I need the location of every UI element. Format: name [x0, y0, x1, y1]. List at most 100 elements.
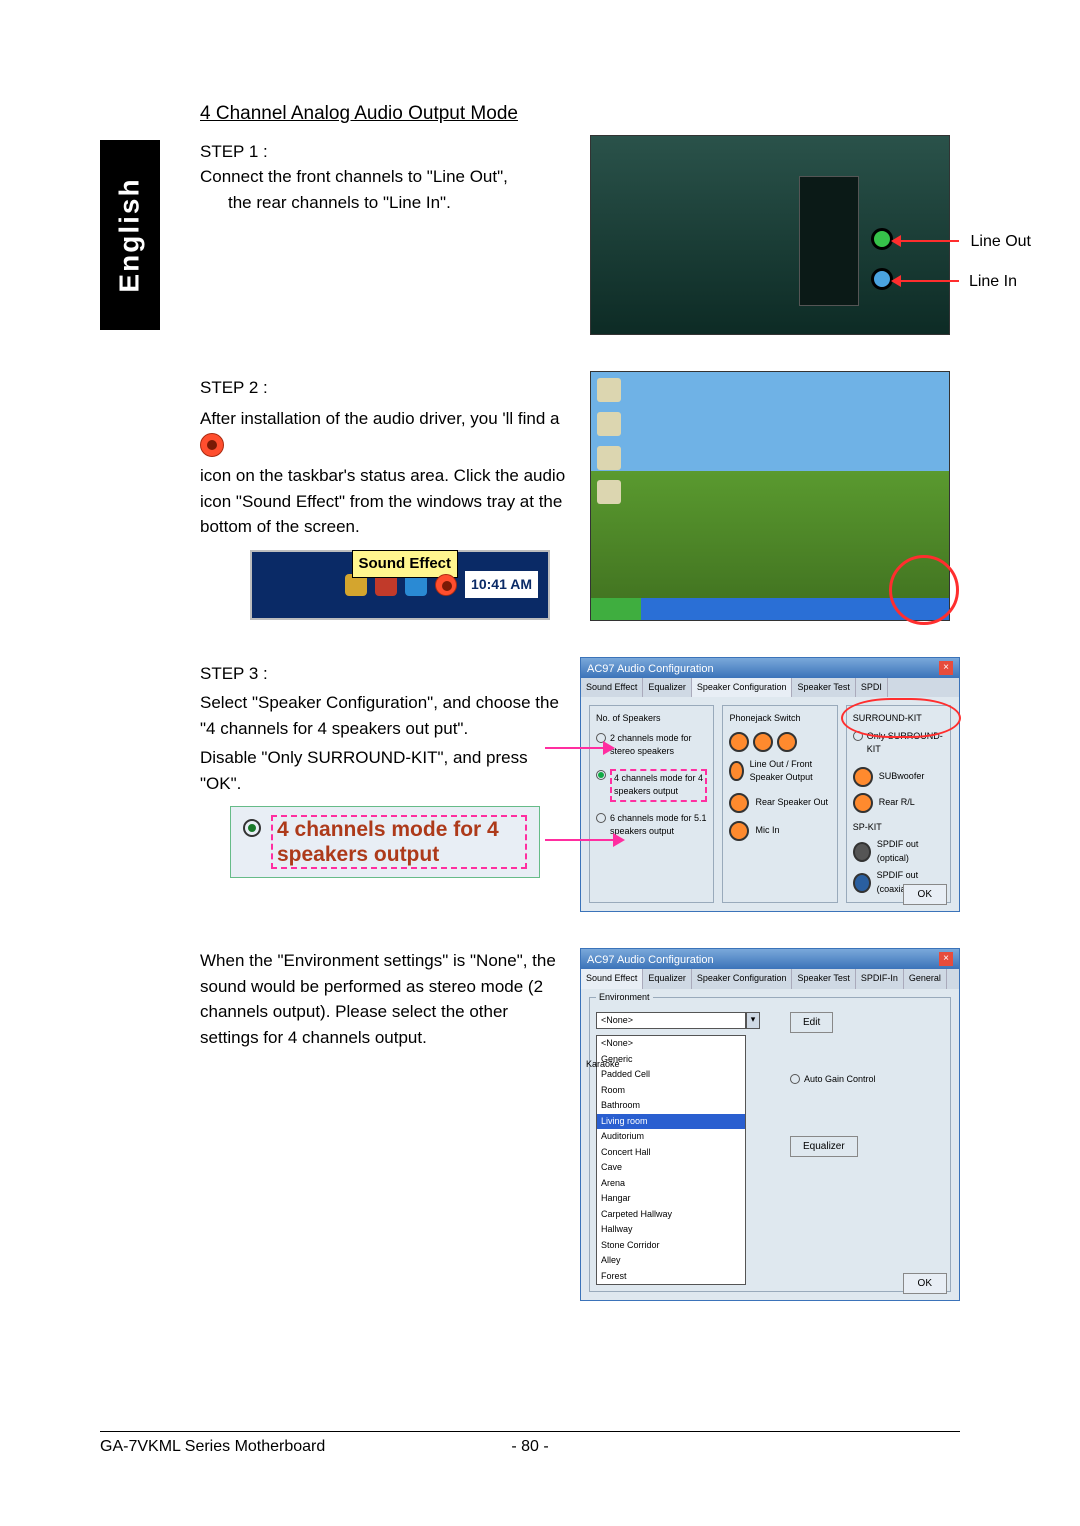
- label-line-out: Line Out / Front Speaker Output: [750, 758, 831, 785]
- tab-bar: Sound Effect Equalizer Speaker Configura…: [581, 678, 959, 698]
- window-title: AC97 Audio Configuration: [587, 661, 714, 675]
- list-item[interactable]: Forest: [597, 1269, 745, 1285]
- tab-equalizer[interactable]: Equalizer: [643, 678, 692, 698]
- callout-line: [897, 280, 959, 282]
- io-ports: [799, 176, 859, 306]
- step2-line1: After installation of the audio driver, …: [200, 409, 560, 428]
- desktop-icons: [597, 378, 621, 504]
- label-spdif-opt: SPDIF out (optical): [877, 838, 944, 865]
- jack-icon: [853, 873, 871, 893]
- page-content: 4 Channel Analog Audio Output Mode STEP …: [100, 100, 980, 1301]
- jack-icon: [729, 761, 743, 781]
- jack-icon: [729, 732, 749, 752]
- zoom-4ch-radio: 4 channels mode for 4 speakers output: [230, 806, 540, 878]
- tab-sound-effect[interactable]: Sound Effect: [581, 969, 643, 989]
- karaoke-label: Karaoke: [586, 1058, 620, 1072]
- jack-icon: [729, 793, 749, 813]
- callout-line-in: Line In: [969, 270, 1017, 294]
- tab-speaker-config[interactable]: Speaker Configuration: [692, 969, 793, 989]
- list-item[interactable]: Arena: [597, 1176, 745, 1192]
- sound-effect-icon[interactable]: [435, 574, 457, 596]
- step2-label: STEP 2 :: [200, 375, 570, 401]
- label-mic-in: Mic In: [755, 824, 779, 838]
- list-item[interactable]: Stone Corridor: [597, 1238, 745, 1254]
- highlight-circle: [889, 555, 959, 625]
- label-rear-rl: Rear R/L: [879, 796, 915, 810]
- jack-line-out: [871, 228, 893, 250]
- step1-label: STEP 1 :: [200, 139, 570, 165]
- jack-line-in: [871, 268, 893, 290]
- annotation-line: [545, 839, 615, 841]
- zoom-text: 4 channels mode for 4 speakers output: [271, 815, 527, 869]
- jack-icon: [853, 767, 873, 787]
- radio-4ch[interactable]: 4 channels mode for 4 speakers output: [596, 769, 707, 802]
- callout-line-out: Line Out: [971, 230, 1031, 254]
- jack-icon: [753, 732, 773, 752]
- highlight-oval: [841, 698, 961, 738]
- env-label: Environment: [596, 991, 653, 1005]
- tab-speaker-test[interactable]: Speaker Test: [792, 678, 855, 698]
- equalizer-button[interactable]: Equalizer: [790, 1136, 858, 1157]
- tab-spdif[interactable]: SPDI: [856, 678, 888, 698]
- annotation-arrow-icon: [603, 741, 615, 755]
- edit-button[interactable]: Edit: [790, 1012, 833, 1033]
- section-title: 4 Channel Analog Audio Output Mode: [200, 100, 960, 129]
- tab-sound-effect[interactable]: Sound Effect: [581, 678, 643, 698]
- sound-effect-tray-icon: [200, 433, 224, 457]
- footer-left: GA-7VKML Series Motherboard: [100, 1438, 480, 1456]
- callout-line: [897, 240, 959, 242]
- tab-spdif-in[interactable]: SPDIF-In: [856, 969, 904, 989]
- list-item[interactable]: <None>: [597, 1036, 745, 1052]
- desktop-screenshot: [590, 371, 950, 621]
- label-rear-out: Rear Speaker Out: [755, 796, 828, 810]
- list-item[interactable]: Cave: [597, 1160, 745, 1176]
- jack-icon: [729, 821, 749, 841]
- tab-bar: Sound Effect Equalizer Speaker Configura…: [581, 969, 959, 989]
- tray-time: 10:41 AM: [465, 571, 538, 598]
- step1-line2: the rear channels to "Line In".: [200, 190, 570, 216]
- list-item[interactable]: Living room: [597, 1114, 745, 1130]
- env-combo[interactable]: <None>: [596, 1012, 746, 1030]
- step3-label: STEP 3 :: [200, 661, 560, 687]
- close-icon[interactable]: ×: [939, 661, 953, 675]
- step2-line2: icon on the taskbar's status area. Click…: [200, 463, 570, 540]
- start-button: [591, 598, 641, 620]
- list-item[interactable]: Hangar: [597, 1191, 745, 1207]
- window-title: AC97 Audio Configuration: [587, 952, 714, 966]
- tab-general[interactable]: General: [904, 969, 947, 989]
- tab-equalizer[interactable]: Equalizer: [643, 969, 692, 989]
- ok-button[interactable]: OK: [903, 884, 947, 905]
- checkbox-auto-gain[interactable]: Auto Gain Control: [790, 1073, 876, 1087]
- env-dropdown-list[interactable]: <None> Generic Padded Cell Room Bathroom…: [596, 1035, 746, 1285]
- step4-text: When the "Environment settings" is "None…: [200, 948, 560, 1050]
- ac97-env-window: AC97 Audio Configuration × Sound Effect …: [580, 948, 960, 1301]
- list-item[interactable]: Bathroom: [597, 1098, 745, 1114]
- list-item[interactable]: Auditorium: [597, 1129, 745, 1145]
- annotation-arrow-icon: [613, 833, 625, 847]
- jack-icon: [853, 793, 873, 813]
- list-item[interactable]: Hallway: [597, 1222, 745, 1238]
- page-footer: GA-7VKML Series Motherboard - 80 -: [100, 1431, 960, 1456]
- list-item[interactable]: Room: [597, 1083, 745, 1099]
- list-item[interactable]: Concert Hall: [597, 1145, 745, 1161]
- chevron-down-icon[interactable]: ▾: [746, 1012, 760, 1030]
- jack-icon: [853, 842, 871, 862]
- list-item[interactable]: Alley: [597, 1253, 745, 1269]
- jack-icon: [777, 732, 797, 752]
- step3-line1: Select "Speaker Configuration", and choo…: [200, 690, 560, 741]
- fieldset-phone-label: Phonejack Switch: [729, 712, 830, 726]
- ac97-config-window: AC97 Audio Configuration × Sound Effect …: [580, 657, 960, 913]
- step1-line1: Connect the front channels to "Line Out"…: [200, 164, 570, 190]
- label-sub: SUBwoofer: [879, 770, 925, 784]
- spkit-label: SP-KIT: [853, 821, 944, 835]
- tab-speaker-config[interactable]: Speaker Configuration: [692, 678, 793, 698]
- radio-selected-icon: [243, 819, 261, 837]
- tab-speaker-test[interactable]: Speaker Test: [792, 969, 855, 989]
- motherboard-image: Line Out Line In: [590, 135, 950, 335]
- footer-page-number: - 80 -: [480, 1438, 580, 1456]
- fieldset-speakers-label: No. of Speakers: [596, 712, 707, 726]
- close-icon[interactable]: ×: [939, 952, 953, 966]
- list-item[interactable]: Carpeted Hallway: [597, 1207, 745, 1223]
- windows-tray-image: Sound Effect 10:41 AM: [250, 550, 550, 620]
- ok-button[interactable]: OK: [903, 1273, 947, 1294]
